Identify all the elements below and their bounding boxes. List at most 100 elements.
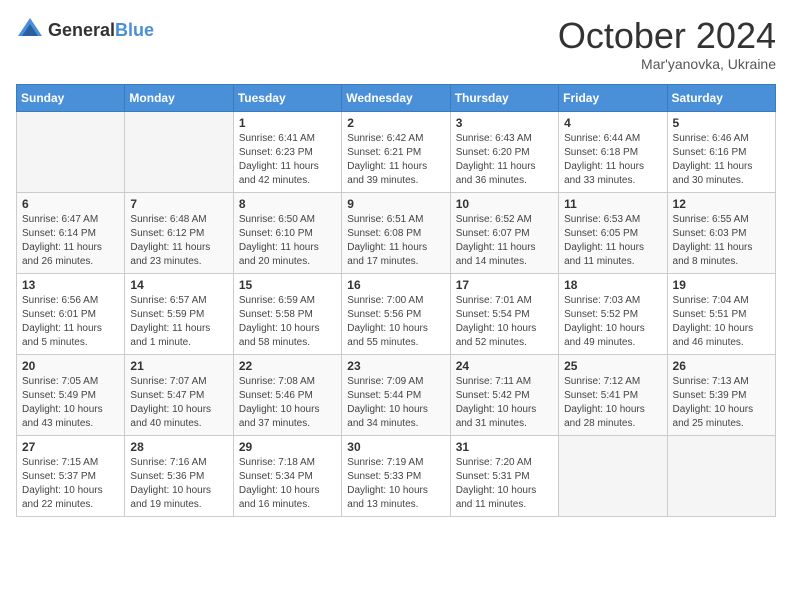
day-number: 27 <box>22 440 119 454</box>
day-info: Sunrise: 7:07 AMSunset: 5:47 PMDaylight:… <box>130 375 227 431</box>
day-info: Sunrise: 7:15 AMSunset: 5:37 PMDaylight:… <box>22 456 119 512</box>
calendar-cell: 29 Sunrise: 7:18 AMSunset: 5:34 PMDayligh… <box>233 435 341 516</box>
day-info: Sunrise: 6:46 AMSunset: 6:16 PMDaylight:… <box>673 132 770 188</box>
location-title: Mar'yanovka, Ukraine <box>558 56 776 72</box>
day-info: Sunrise: 7:13 AMSunset: 5:39 PMDaylight:… <box>673 375 770 431</box>
calendar-cell: 8 Sunrise: 6:50 AMSunset: 6:10 PMDaylight… <box>233 192 341 273</box>
calendar-cell: 10 Sunrise: 6:52 AMSunset: 6:07 PMDayligh… <box>450 192 558 273</box>
day-number: 7 <box>130 197 227 211</box>
day-number: 14 <box>130 278 227 292</box>
day-number: 3 <box>456 116 553 130</box>
day-number: 8 <box>239 197 336 211</box>
weekday-header-friday: Friday <box>559 84 667 111</box>
day-number: 17 <box>456 278 553 292</box>
logo-text-blue: Blue <box>115 20 154 40</box>
calendar-week-3: 13 Sunrise: 6:56 AMSunset: 6:01 PMDayligh… <box>17 273 776 354</box>
day-info: Sunrise: 6:51 AMSunset: 6:08 PMDaylight:… <box>347 213 444 269</box>
calendar-cell: 20 Sunrise: 7:05 AMSunset: 5:49 PMDayligh… <box>17 354 125 435</box>
calendar-cell: 26 Sunrise: 7:13 AMSunset: 5:39 PMDayligh… <box>667 354 775 435</box>
calendar-cell: 28 Sunrise: 7:16 AMSunset: 5:36 PMDayligh… <box>125 435 233 516</box>
weekday-header-tuesday: Tuesday <box>233 84 341 111</box>
calendar-cell: 31Sunrise: 7:20 AMSunset: 5:31 PMDayligh… <box>450 435 558 516</box>
page-header: GeneralBlue October 2024 Mar'yanovka, Uk… <box>16 16 776 72</box>
calendar-cell: 7 Sunrise: 6:48 AMSunset: 6:12 PMDaylight… <box>125 192 233 273</box>
calendar-cell: 13 Sunrise: 6:56 AMSunset: 6:01 PMDayligh… <box>17 273 125 354</box>
day-info: Sunrise: 6:50 AMSunset: 6:10 PMDaylight:… <box>239 213 336 269</box>
day-number: 23 <box>347 359 444 373</box>
day-number: 25 <box>564 359 661 373</box>
day-info: Sunrise: 6:42 AMSunset: 6:21 PMDaylight:… <box>347 132 444 188</box>
calendar-cell: 24 Sunrise: 7:11 AMSunset: 5:42 PMDayligh… <box>450 354 558 435</box>
calendar-cell <box>559 435 667 516</box>
logo-icon <box>16 16 44 44</box>
calendar-cell: 1Sunrise: 6:41 AMSunset: 6:23 PMDaylight… <box>233 111 341 192</box>
calendar-cell: 3 Sunrise: 6:43 AMSunset: 6:20 PMDaylight… <box>450 111 558 192</box>
weekday-header-monday: Monday <box>125 84 233 111</box>
calendar-cell <box>667 435 775 516</box>
day-number: 20 <box>22 359 119 373</box>
day-number: 11 <box>564 197 661 211</box>
day-number: 21 <box>130 359 227 373</box>
calendar-cell: 30Sunrise: 7:19 AMSunset: 5:33 PMDayligh… <box>342 435 450 516</box>
calendar-cell: 17 Sunrise: 7:01 AMSunset: 5:54 PMDayligh… <box>450 273 558 354</box>
day-number: 18 <box>564 278 661 292</box>
day-number: 22 <box>239 359 336 373</box>
calendar-week-4: 20 Sunrise: 7:05 AMSunset: 5:49 PMDayligh… <box>17 354 776 435</box>
calendar-cell: 11 Sunrise: 6:53 AMSunset: 6:05 PMDayligh… <box>559 192 667 273</box>
day-info: Sunrise: 6:41 AMSunset: 6:23 PMDaylight:… <box>239 132 336 188</box>
day-number: 4 <box>564 116 661 130</box>
calendar-cell: 23 Sunrise: 7:09 AMSunset: 5:44 PMDayligh… <box>342 354 450 435</box>
calendar-cell: 21 Sunrise: 7:07 AMSunset: 5:47 PMDayligh… <box>125 354 233 435</box>
day-info: Sunrise: 7:11 AMSunset: 5:42 PMDaylight:… <box>456 375 553 431</box>
month-title: October 2024 <box>558 16 776 56</box>
day-number: 2 <box>347 116 444 130</box>
calendar-cell: 15Sunrise: 6:59 AMSunset: 5:58 PMDayligh… <box>233 273 341 354</box>
calendar-cell: 6Sunrise: 6:47 AMSunset: 6:14 PMDaylight… <box>17 192 125 273</box>
day-info: Sunrise: 7:09 AMSunset: 5:44 PMDaylight:… <box>347 375 444 431</box>
calendar-cell: 16 Sunrise: 7:00 AMSunset: 5:56 PMDayligh… <box>342 273 450 354</box>
day-number: 24 <box>456 359 553 373</box>
day-number: 26 <box>673 359 770 373</box>
day-number: 13 <box>22 278 119 292</box>
day-info: Sunrise: 6:53 AMSunset: 6:05 PMDaylight:… <box>564 213 661 269</box>
day-number: 31 <box>456 440 553 454</box>
weekday-header-sunday: Sunday <box>17 84 125 111</box>
day-info: Sunrise: 6:55 AMSunset: 6:03 PMDaylight:… <box>673 213 770 269</box>
calendar-cell: 14Sunrise: 6:57 AMSunset: 5:59 PMDayligh… <box>125 273 233 354</box>
day-number: 10 <box>456 197 553 211</box>
day-info: Sunrise: 6:52 AMSunset: 6:07 PMDaylight:… <box>456 213 553 269</box>
day-info: Sunrise: 7:01 AMSunset: 5:54 PMDaylight:… <box>456 294 553 350</box>
day-info: Sunrise: 7:12 AMSunset: 5:41 PMDaylight:… <box>564 375 661 431</box>
day-number: 29 <box>239 440 336 454</box>
day-info: Sunrise: 7:16 AMSunset: 5:36 PMDaylight:… <box>130 456 227 512</box>
day-info: Sunrise: 6:56 AMSunset: 6:01 PMDaylight:… <box>22 294 119 350</box>
day-info: Sunrise: 6:43 AMSunset: 6:20 PMDaylight:… <box>456 132 553 188</box>
weekday-header-thursday: Thursday <box>450 84 558 111</box>
calendar-cell: 18Sunrise: 7:03 AMSunset: 5:52 PMDayligh… <box>559 273 667 354</box>
day-number: 19 <box>673 278 770 292</box>
day-info: Sunrise: 7:05 AMSunset: 5:49 PMDaylight:… <box>22 375 119 431</box>
day-info: Sunrise: 6:44 AMSunset: 6:18 PMDaylight:… <box>564 132 661 188</box>
calendar-cell: 25 Sunrise: 7:12 AMSunset: 5:41 PMDayligh… <box>559 354 667 435</box>
day-number: 9 <box>347 197 444 211</box>
calendar-cell: 9 Sunrise: 6:51 AMSunset: 6:08 PMDaylight… <box>342 192 450 273</box>
weekday-header-wednesday: Wednesday <box>342 84 450 111</box>
day-number: 16 <box>347 278 444 292</box>
calendar-cell <box>17 111 125 192</box>
weekday-header-saturday: Saturday <box>667 84 775 111</box>
calendar-cell <box>125 111 233 192</box>
calendar-cell: 27 Sunrise: 7:15 AMSunset: 5:37 PMDayligh… <box>17 435 125 516</box>
day-number: 15 <box>239 278 336 292</box>
day-number: 28 <box>130 440 227 454</box>
logo-text-general: General <box>48 20 115 40</box>
day-info: Sunrise: 7:08 AMSunset: 5:46 PMDaylight:… <box>239 375 336 431</box>
calendar-week-2: 6Sunrise: 6:47 AMSunset: 6:14 PMDaylight… <box>17 192 776 273</box>
day-info: Sunrise: 7:04 AMSunset: 5:51 PMDaylight:… <box>673 294 770 350</box>
calendar-week-1: 1Sunrise: 6:41 AMSunset: 6:23 PMDaylight… <box>17 111 776 192</box>
day-info: Sunrise: 7:00 AMSunset: 5:56 PMDaylight:… <box>347 294 444 350</box>
calendar-table: SundayMondayTuesdayWednesdayThursdayFrid… <box>16 84 776 517</box>
day-number: 5 <box>673 116 770 130</box>
day-number: 30 <box>347 440 444 454</box>
day-info: Sunrise: 7:18 AMSunset: 5:34 PMDaylight:… <box>239 456 336 512</box>
day-info: Sunrise: 6:48 AMSunset: 6:12 PMDaylight:… <box>130 213 227 269</box>
